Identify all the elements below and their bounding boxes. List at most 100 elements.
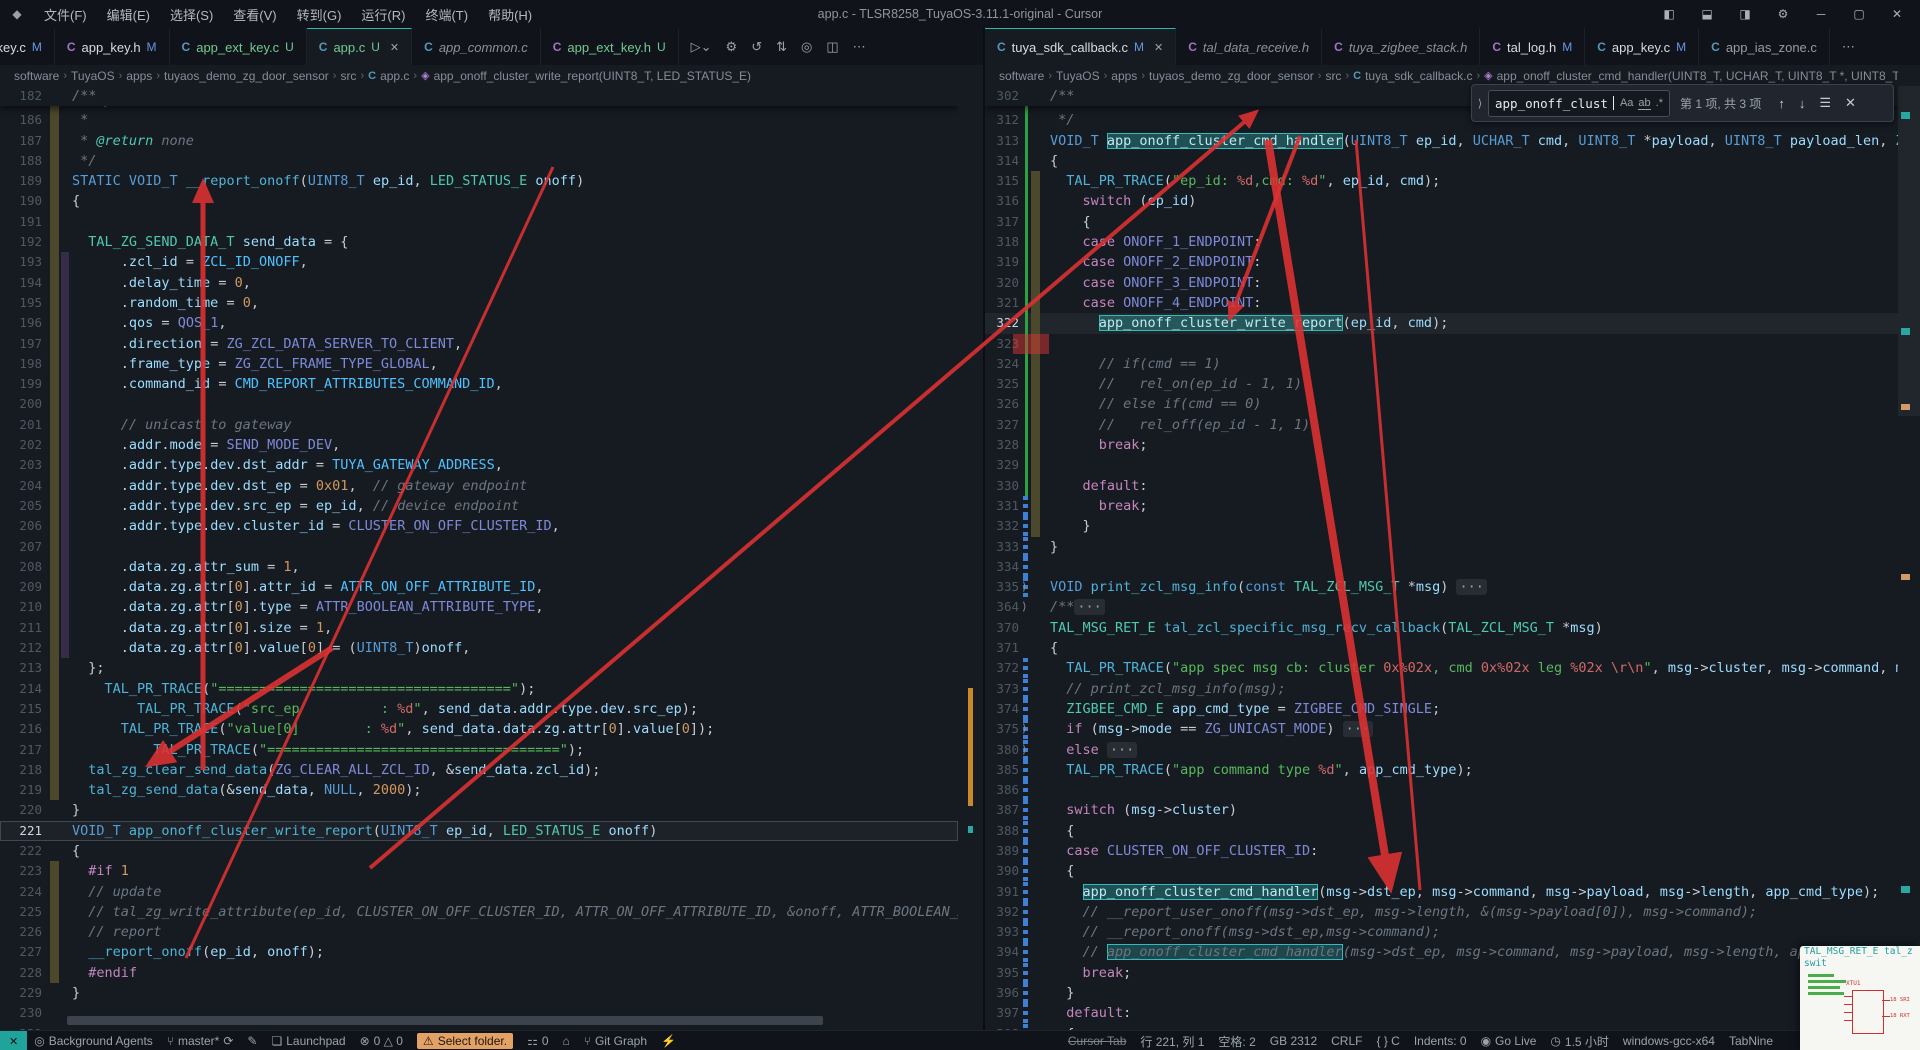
- code-line-397[interactable]: 397 default:: [985, 1003, 1898, 1024]
- code-line-222[interactable]: 222 {: [0, 841, 958, 861]
- close-button[interactable]: ✕: [1880, 7, 1914, 21]
- toggle-replace-icon[interactable]: ⟩: [1472, 97, 1488, 110]
- breadcrumb-item[interactable]: app_onoff_cluster_cmd_handler(UINT8_T, U…: [1497, 69, 1898, 83]
- code-line-196[interactable]: 196 .qos = QOS_1,: [0, 313, 958, 334]
- code-line-370[interactable]: 370 TAL_MSG_RET_E tal_zcl_specific_msg_re…: [985, 618, 1898, 638]
- status-pencil-icon-item[interactable]: ✎: [247, 1034, 257, 1048]
- status-tabnine[interactable]: TabNine: [1729, 1034, 1773, 1048]
- code-line-327[interactable]: 327 // rel_off(ep_id - 1, 1): [985, 414, 1898, 436]
- code-line-372[interactable]: 372 TAL_PR_TRACE("app spec msg cb: clust…: [985, 658, 1898, 679]
- editor-action-icon[interactable]: ▷⌄: [691, 39, 712, 55]
- code-line-386[interactable]: 386: [985, 780, 1898, 801]
- code-line-334[interactable]: 334: [985, 556, 1898, 578]
- status-background-agents[interactable]: ◎ Background Agents: [34, 1034, 153, 1048]
- fold-chevron-icon[interactable]: ⟩: [1021, 740, 1028, 760]
- tab-app_key.c[interactable]: Capp_key.c M: [1585, 28, 1700, 65]
- code-line-228[interactable]: 228 #endif: [0, 962, 958, 984]
- whole-word-icon[interactable]: ab: [1638, 97, 1651, 110]
- code-line-197[interactable]: 197 .direction = ZG_ZCL_DATA_SERVER_TO_C…: [0, 333, 958, 354]
- code-line-212[interactable]: 212 .data.zg.attr[0].value[0] = (UINT8_T…: [0, 638, 958, 659]
- code-line-364[interactable]: 364 ⟩ /** ···: [985, 597, 1898, 617]
- close-tab-icon[interactable]: ✕: [390, 41, 399, 54]
- editor-action-icon[interactable]: ⋯: [853, 39, 866, 55]
- code-line-320[interactable]: 320 case ONOFF_3_ENDPOINT:: [985, 272, 1898, 293]
- status-cursor-tab[interactable]: Cursor Tab: [1068, 1034, 1126, 1048]
- code-line-319[interactable]: 319 case ONOFF_2_ENDPOINT:: [985, 252, 1898, 273]
- breadcrumb-item[interactable]: TuyaOS: [1056, 69, 1100, 83]
- close-find-button[interactable]: ✕: [1845, 95, 1856, 111]
- code-line-323[interactable]: 323: [985, 333, 1898, 354]
- layout-sidebar-icon[interactable]: ◧: [1652, 7, 1686, 21]
- breadcrumb-item[interactable]: tuyaos_demo_zg_door_sensor: [1149, 69, 1314, 83]
- code-line-195[interactable]: 195 .random_time = 0,: [0, 292, 958, 314]
- code-line-216[interactable]: 216 TAL_PR_TRACE("value[0] : %d", send_d…: [0, 719, 958, 740]
- status-cursor-position[interactable]: 行 221, 列 1: [1140, 1033, 1204, 1050]
- horizontal-scrollbar[interactable]: [67, 1016, 823, 1025]
- code-line-324[interactable]: 324 // if(cmd == 1): [985, 353, 1898, 375]
- code-line-201[interactable]: 201 // unicast to gateway: [0, 414, 958, 436]
- code-line-190[interactable]: 190 {: [0, 191, 958, 212]
- code-line-221[interactable]: 221 VOID_T app_onoff_cluster_write_report…: [0, 821, 958, 841]
- code-line-316[interactable]: 316 switch (ep_id): [985, 191, 1898, 212]
- fold-chevron-icon[interactable]: ⟩: [1021, 719, 1028, 739]
- status-indent-setting[interactable]: 空格: 2: [1218, 1033, 1255, 1050]
- tab-tuya_sdk_callback.c[interactable]: Ctuya_sdk_callback.c M ✕: [985, 28, 1177, 65]
- code-line-385[interactable]: 385 TAL_PR_TRACE("app command type %d", …: [985, 759, 1898, 781]
- code-line-332[interactable]: 332 }: [985, 516, 1898, 537]
- code-line-186[interactable]: 186 *: [0, 110, 958, 131]
- status-launchpad[interactable]: ❏ Launchpad: [271, 1034, 345, 1048]
- status-home[interactable]: ⌂: [563, 1034, 570, 1048]
- code-line-220[interactable]: 220}: [0, 800, 958, 820]
- status-eol[interactable]: CRLF: [1331, 1034, 1362, 1048]
- breadcrumb-item[interactable]: tuyaos_demo_zg_door_sensor: [164, 69, 329, 83]
- fold-chevron-icon[interactable]: ⟩: [1021, 597, 1028, 617]
- status-encoding[interactable]: GB 2312: [1270, 1034, 1317, 1048]
- code-line-215[interactable]: 215 TAL_PR_TRACE("src_ep : %d", send_dat…: [0, 698, 958, 720]
- tab-app.c[interactable]: Capp.c U ✕: [306, 28, 413, 65]
- code-line-227[interactable]: 227 __report_onoff(ep_id, onoff);: [0, 942, 958, 963]
- breadcrumb-item[interactable]: apps: [1111, 69, 1137, 83]
- code-line-213[interactable]: 213 };: [0, 658, 958, 679]
- editor-action-icon[interactable]: ↺: [751, 39, 762, 55]
- breadcrumb-item[interactable]: software: [14, 69, 59, 83]
- code-line-391[interactable]: 391 app_onoff_cluster_cmd_handler(msg->d…: [985, 881, 1898, 902]
- code-line-193[interactable]: 193 .zcl_id = ZCL_ID_ONOFF,: [0, 252, 958, 273]
- overview-ruler-left[interactable]: [958, 86, 984, 1030]
- tab-app_ext_key.c[interactable]: Capp_ext_key.c U: [169, 28, 307, 65]
- code-line-393[interactable]: 393 // __report_onoff(msg->dst_ep,msg->c…: [985, 922, 1898, 943]
- breadcrumb-item[interactable]: TuyaOS: [71, 69, 115, 83]
- code-line-392[interactable]: 392 // __report_user_onoff(msg->dst_ep, …: [985, 901, 1898, 923]
- code-line-218[interactable]: 218 tal_zg_clear_send_data(ZG_CLEAR_ALL_…: [0, 759, 958, 781]
- code-line-194[interactable]: 194 .delay_time = 0,: [0, 272, 958, 293]
- code-line-223[interactable]: 223 #if 1: [0, 861, 958, 882]
- code-line-314[interactable]: 314 {: [985, 150, 1898, 172]
- editor-pane-right[interactable]: 311 * @return none312 */313VOID_T app_on…: [985, 86, 1898, 1030]
- code-line-325[interactable]: 325 // rel_on(ep_id - 1, 1): [985, 374, 1898, 395]
- editor-action-icon[interactable]: ◫: [826, 39, 838, 55]
- search-input[interactable]: app_onoff_cluster Aa ab .*: [1488, 89, 1670, 117]
- code-line-226[interactable]: 226 // report: [0, 922, 958, 943]
- status-git-graph[interactable]: ⑂ Git Graph: [584, 1034, 647, 1048]
- code-line-315[interactable]: 315 TAL_PR_TRACE("ep_id: %d,cmd: %d", ep…: [985, 171, 1898, 192]
- code-line-330[interactable]: 330 default:: [985, 475, 1898, 496]
- editor-action-icon[interactable]: ◎: [801, 39, 812, 55]
- breadcrumb-item[interactable]: src: [1325, 69, 1341, 83]
- breadcrumb-item[interactable]: apps: [126, 69, 152, 83]
- status-language-mode[interactable]: { } C: [1376, 1034, 1399, 1048]
- code-line-191[interactable]: 191: [0, 211, 958, 233]
- settings-gear-icon[interactable]: ⚙: [1766, 7, 1800, 21]
- status-git-branch[interactable]: ⑂ master* ⟳: [167, 1034, 234, 1048]
- restore-button[interactable]: ▢: [1842, 7, 1876, 21]
- code-line-335[interactable]: 335 ⟩ VOID print_zcl_msg_info(const TAL_ZC…: [985, 577, 1898, 598]
- code-line-219[interactable]: 219 tal_zg_send_data(&send_data, NULL, 2…: [0, 780, 958, 801]
- layout-panel-icon[interactable]: ⬓: [1690, 7, 1724, 21]
- menu-文件[interactable]: 文件(F): [34, 8, 97, 23]
- code-line-198[interactable]: 198 .frame_type = ZG_ZCL_FRAME_TYPE_GLOB…: [0, 353, 958, 375]
- menu-终端[interactable]: 终端(T): [415, 8, 478, 23]
- minimap[interactable]: [1898, 86, 1920, 1030]
- minimize-button[interactable]: ─: [1804, 7, 1838, 21]
- menu-选择[interactable]: 选择(S): [160, 8, 223, 23]
- code-line-205[interactable]: 205 .addr.type.dev.src_ep = ep_id, // de…: [0, 495, 958, 517]
- code-line-396[interactable]: 396 }: [985, 983, 1898, 1004]
- tab-tuya_zigbee_stack.h[interactable]: Ctuya_zigbee_stack.h: [1322, 28, 1481, 65]
